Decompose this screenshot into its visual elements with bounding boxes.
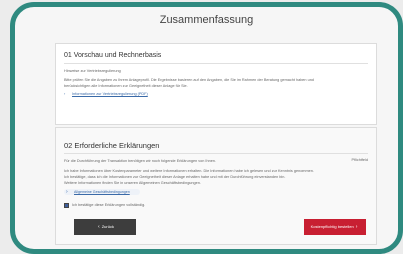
declaration-line: Ich bestätige, dass ich die Informatione… [64, 175, 286, 179]
declaration-line: Weitere Informationen finden Sie in unse… [64, 181, 201, 185]
chevron-right-icon: › [355, 224, 358, 230]
required-note: Pflichtfeld [351, 158, 368, 162]
divider [64, 63, 368, 64]
section-title: 01 Vorschau und Rechnerbasis [64, 52, 162, 59]
chevron-left-icon: ‹ [98, 224, 100, 230]
section-preview: 01 Vorschau und Rechnerbasis Hinweise zu… [55, 43, 377, 125]
arrow-right-icon: › [64, 92, 66, 96]
section-body-line: Bitte prüfen Sie die Angaben zu Ihrem An… [64, 78, 314, 82]
section-body-line: berücksichtigen alle Informationen zur G… [64, 84, 188, 88]
divider [64, 153, 368, 154]
terms-link[interactable]: › Allgemeine Geschäftsbedingungen [64, 189, 140, 195]
order-button[interactable]: Kostenpflichtig bestellen › [304, 219, 366, 235]
terms-link-label: Allgemeine Geschäftsbedingungen [74, 190, 130, 194]
section-declarations: 02 Erforderliche Erklärungen Für die Dur… [55, 127, 377, 245]
back-button[interactable]: ‹ Zurück [74, 219, 136, 235]
section-title: 02 Erforderliche Erklärungen [64, 141, 160, 150]
section-intro: Für die Durchführung der Transaktion ben… [64, 159, 216, 163]
checkbox-label: Ich bestätige diese Erklärungen vollstän… [72, 203, 146, 207]
declaration-line: Ich habe Informationen über Kostenparame… [64, 169, 314, 173]
page-title: Zusammenfassung [159, 14, 254, 26]
device-frame: Zusammenfassung 01 Vorschau und Rechnerb… [10, 2, 403, 254]
section-subtitle: Hinweise zur Vertriebsregulierung [64, 69, 121, 73]
confirm-checkbox[interactable] [64, 203, 69, 208]
pdf-link[interactable]: Informationen zur Vertriebsregulierung (… [72, 92, 148, 97]
order-button-label: Kostenpflichtig bestellen [310, 224, 354, 229]
arrow-right-icon: › [66, 189, 68, 195]
back-button-label: Zurück [101, 224, 114, 229]
